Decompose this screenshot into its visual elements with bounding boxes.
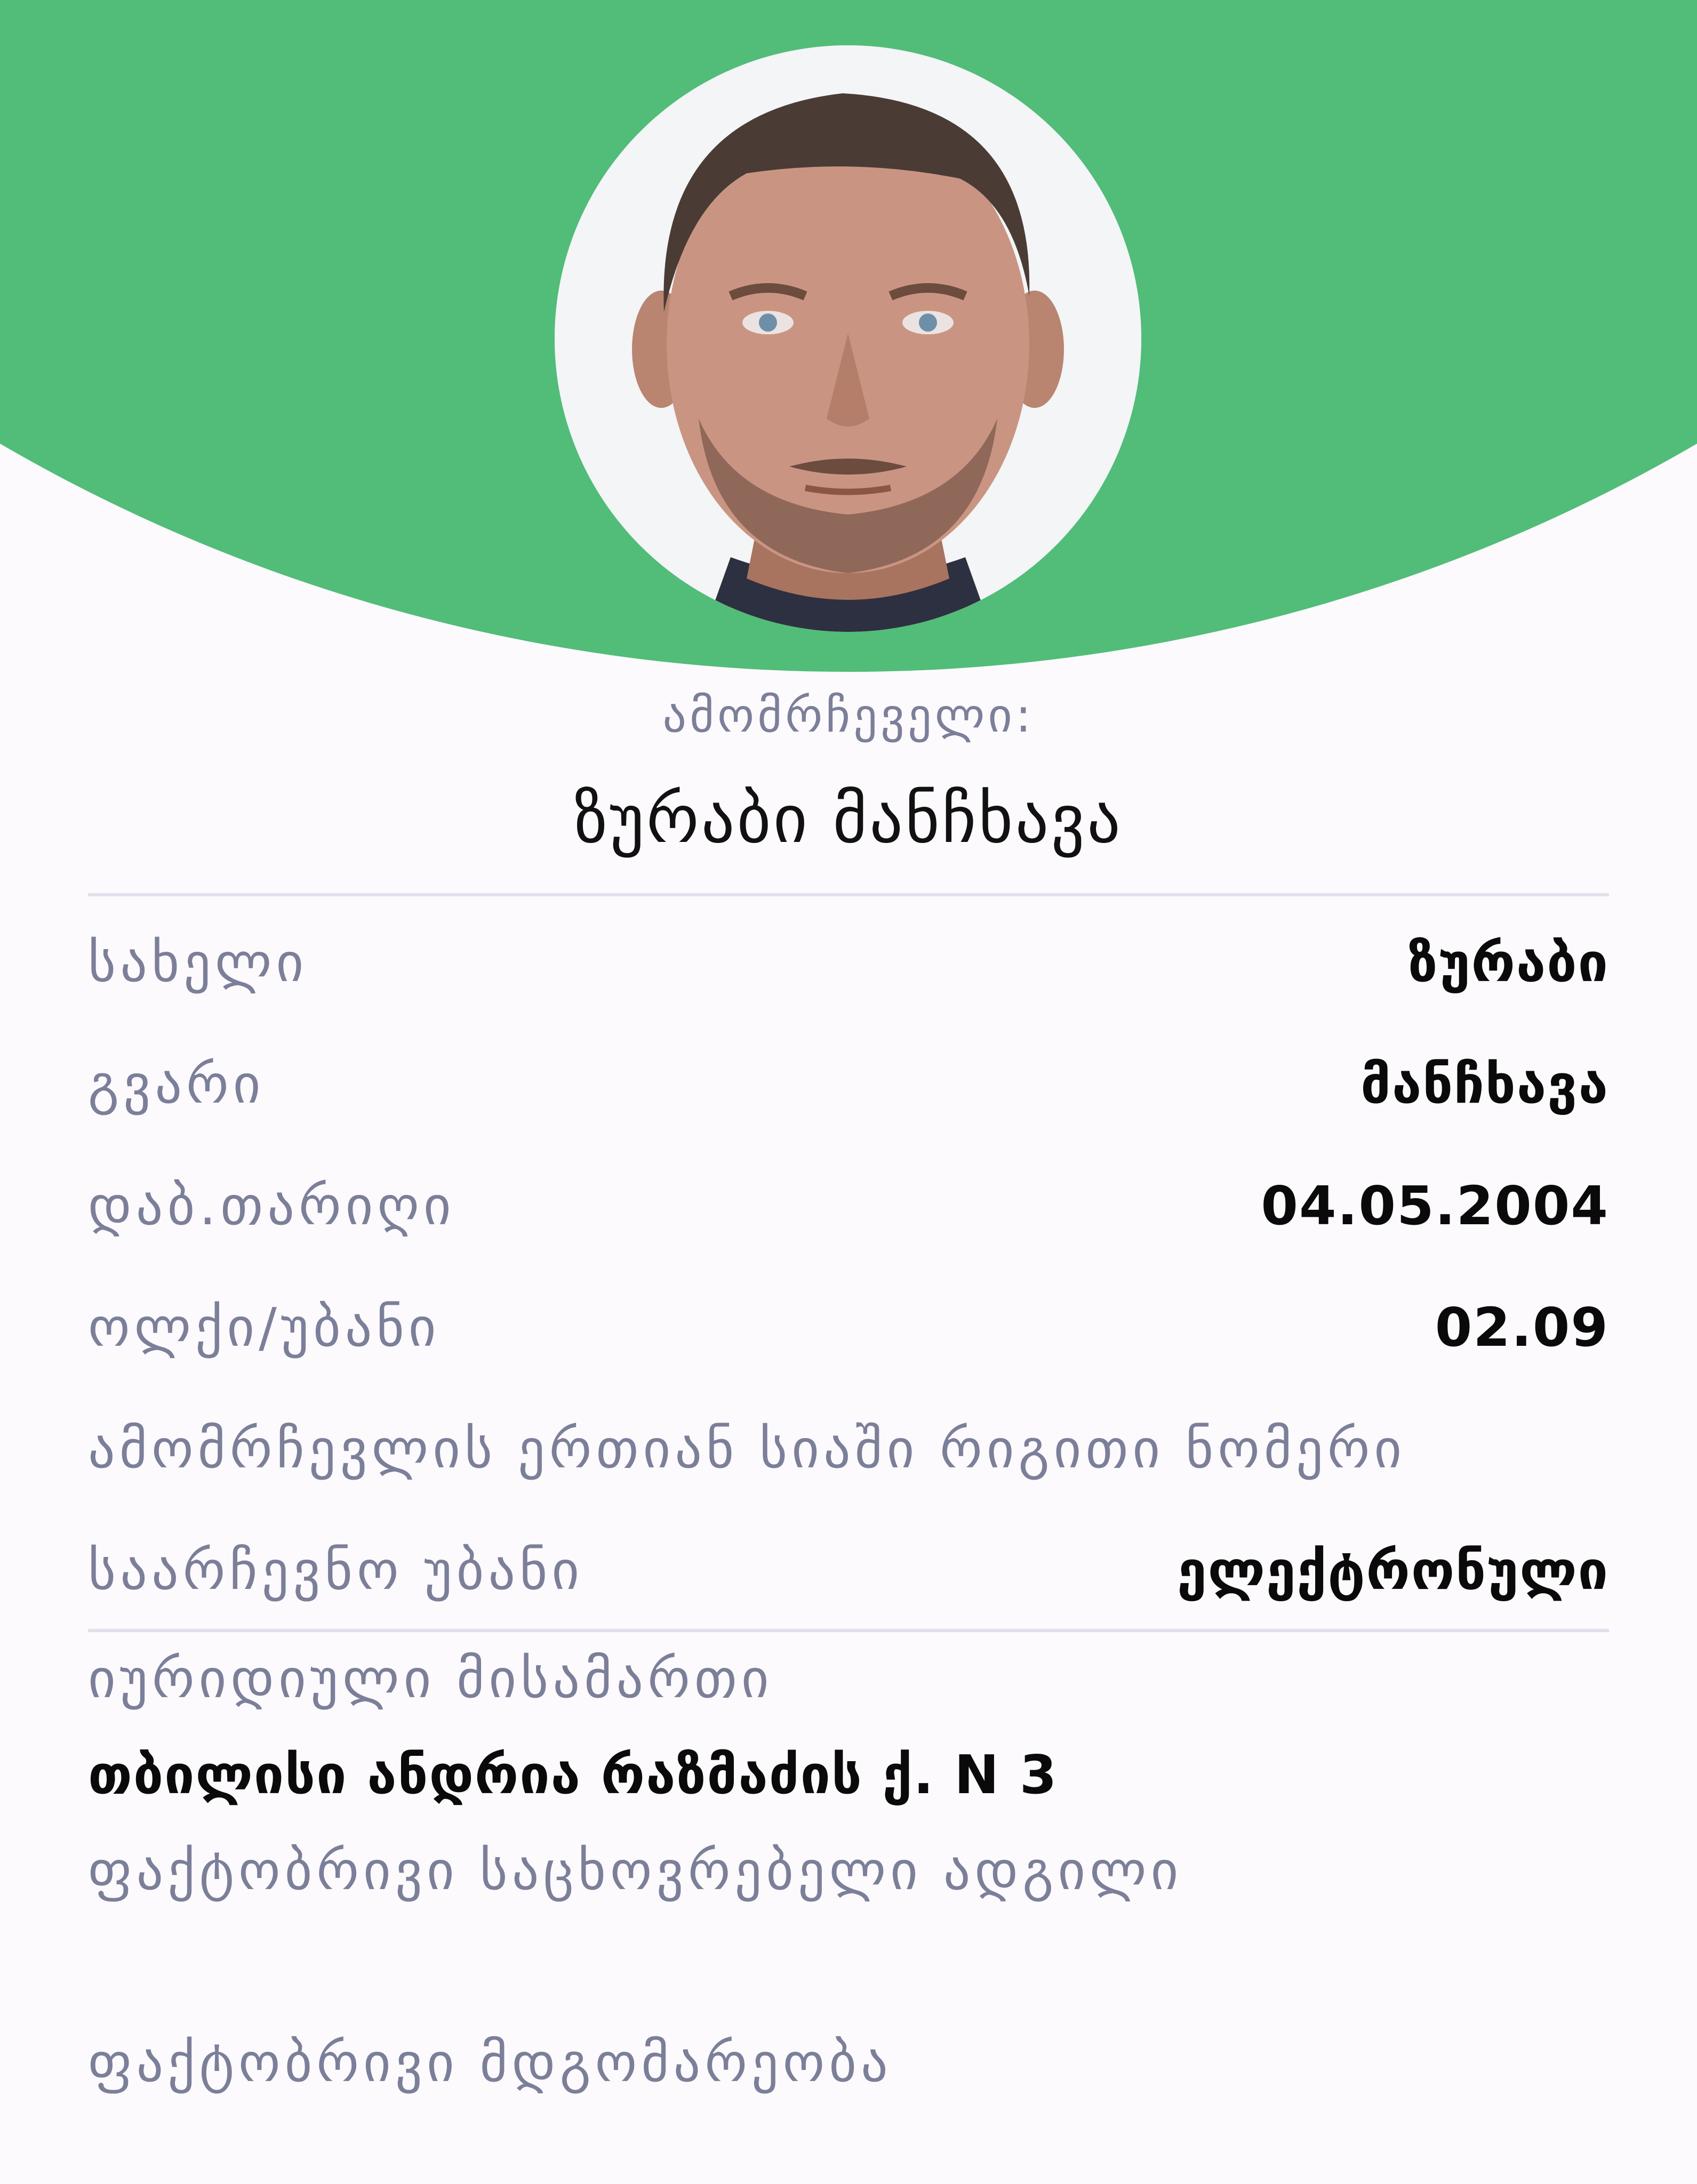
avatar [555,45,1141,632]
list-number-label: ამომრჩევლის ერთიან სიაში რიგითი ნომერი [88,1417,1406,1480]
field-row-list-number: ამომრჩევლის ერთიან სიაში რიგითი ნომერი [88,1406,1609,1491]
last-name-value: მანჩხავა [1360,1053,1609,1115]
field-row-first-name: სახელი ზურაბი [88,920,1609,1005]
legal-address-value: თბილისი ანდრია რაზმაძის ქ. N 3 [88,1744,1058,1806]
actual-address-label: ფაქტობრივი საცხოვრებელი ადგილი [88,1840,1183,1902]
precinct-label: საარჩევნო უბანი [88,1539,584,1602]
field-row-district: ოლქი/უბანი 02.09 [88,1284,1609,1370]
voter-full-name: ზურაბი მანჩხავა [574,781,1123,858]
field-row-last-name: გვარი მანჩხავა [88,1041,1609,1127]
birth-date-label: დაბ.თარიღი [88,1174,455,1237]
voter-card: ამომრჩეველი: ზურაბი მანჩხავა სახელი ზურა… [0,0,1697,2184]
divider-address [88,1629,1609,1632]
legal-address-label: იურიდიული მისამართი [88,1648,773,1710]
district-value: 02.09 [1435,1296,1609,1359]
first-name-label: სახელი [88,931,308,994]
voter-caption: ამომრჩეველი: [662,688,1035,743]
avatar-photo [555,45,1141,632]
last-name-label: გვარი [88,1053,265,1115]
precinct-value: ელექტრონული [1177,1539,1609,1602]
field-row-birth-date: დაბ.თარიღი 04.05.2004 [88,1163,1609,1248]
actual-status-label: ფაქტობრივი მდგომარეობა [88,2032,892,2094]
birth-date-value: 04.05.2004 [1261,1174,1609,1237]
divider-top [88,893,1609,896]
first-name-value: ზურაბი [1408,931,1609,994]
field-row-precinct: საარჩევნო უბანი ელექტრონული [88,1528,1609,1613]
district-label: ოლქი/უბანი [88,1296,441,1359]
